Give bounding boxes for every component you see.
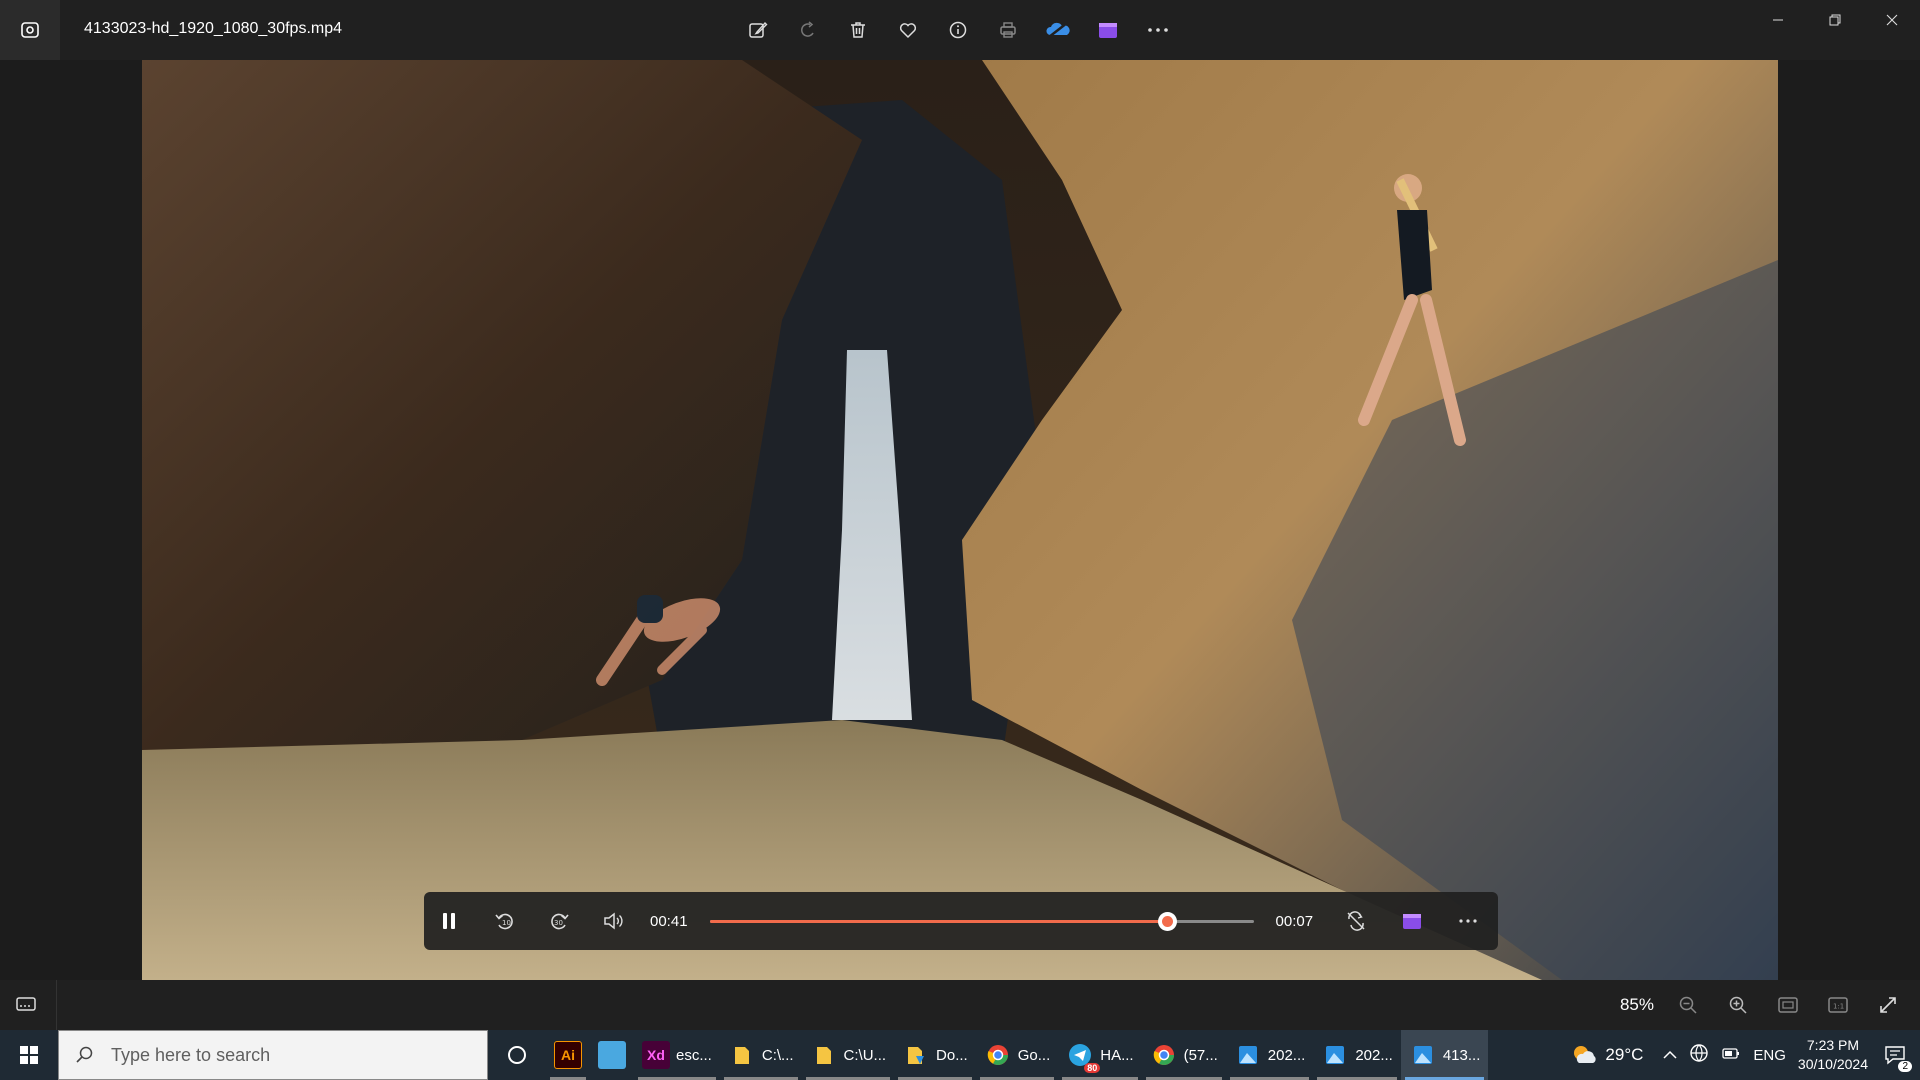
svg-text:1:1: 1:1	[1833, 1003, 1844, 1011]
file-title: 4133023-hd_1920_1080_30fps.mp4	[84, 20, 343, 37]
taskbar-app-label: Go...	[1017, 1046, 1051, 1064]
remaining-time: 00:07	[1275, 912, 1314, 930]
system-tray: 29°C ENG 7:23 PM 30/10/2024 2	[1571, 1030, 1920, 1080]
zoom-level: 85%	[1619, 995, 1654, 1014]
chevron-up-icon[interactable]	[1663, 1047, 1677, 1064]
forward-30-icon[interactable]: 30	[538, 900, 580, 942]
pause-button[interactable]	[428, 900, 470, 942]
seek-progress	[709, 920, 1167, 923]
volume-icon[interactable]	[592, 900, 634, 942]
player-more-icon[interactable]	[1447, 900, 1489, 942]
taskbar-app-label: 202...	[1355, 1046, 1393, 1064]
taskbar-app-folder-2[interactable]: C:\U...	[802, 1030, 895, 1080]
taskbar-app-folder-3[interactable]: Do...	[894, 1030, 976, 1080]
cortana-icon[interactable]	[488, 1030, 546, 1080]
id-card-icon	[598, 1041, 626, 1069]
clipchamp-icon[interactable]	[1090, 12, 1126, 48]
onedrive-icon[interactable]	[1040, 12, 1076, 48]
taskbar-app-label: esc...	[676, 1046, 712, 1064]
zoom-out-icon[interactable]	[1670, 988, 1706, 1022]
info-icon[interactable]	[940, 12, 976, 48]
weather-temp: 29°C	[1605, 1045, 1644, 1064]
folder-icon	[810, 1041, 838, 1069]
taskbar-app-chrome-1[interactable]: Go...	[976, 1030, 1059, 1080]
taskbar-app-illustrator[interactable]: Ai	[546, 1030, 590, 1080]
taskbar-app-folder-1[interactable]: C:\...	[720, 1030, 802, 1080]
minimize-button[interactable]	[1749, 0, 1806, 40]
title-bar: 4133023-hd_1920_1080_30fps.mp4	[0, 0, 1920, 60]
taskbar-app-telegram[interactable]: 80 HA...	[1058, 1030, 1141, 1080]
seek-bar[interactable]	[709, 911, 1254, 931]
xd-icon: Xd	[642, 1041, 670, 1069]
taskbar-app-explorer-card[interactable]	[590, 1030, 634, 1080]
edit-image-icon[interactable]	[740, 12, 776, 48]
top-toolbar	[740, 12, 1176, 48]
folder-icon	[902, 1041, 930, 1069]
filmstrip-icon[interactable]	[8, 988, 44, 1022]
window-controls	[1749, 0, 1920, 40]
notification-count: 2	[1898, 1061, 1912, 1072]
taskbar-app-photos-3[interactable]: 413...	[1400, 1030, 1489, 1080]
more-icon[interactable]	[1140, 12, 1176, 48]
taskbar-app-label: HA...	[1100, 1046, 1134, 1064]
taskbar-app-label: (57...	[1183, 1046, 1218, 1064]
taskbar-app-label: C:\U...	[843, 1046, 887, 1064]
status-divider	[56, 980, 57, 1030]
photos-app-icon	[0, 0, 60, 60]
taskbar-app-label: Do...	[936, 1046, 968, 1064]
fit-to-window-icon[interactable]	[1770, 988, 1806, 1022]
photos-icon	[1321, 1041, 1349, 1069]
taskbar-app-chrome-2[interactable]: (57...	[1142, 1030, 1226, 1080]
telegram-badge: 80	[1084, 1063, 1101, 1073]
search-placeholder: Type here to search	[111, 1044, 271, 1065]
taskbar-search[interactable]: Type here to search	[58, 1030, 488, 1080]
notification-center-icon[interactable]: 2	[1880, 1040, 1912, 1072]
taskbar-app-xd[interactable]: Xd esc...	[634, 1030, 720, 1080]
close-button[interactable]	[1863, 0, 1920, 40]
svg-text:10: 10	[502, 919, 511, 927]
svg-text:30: 30	[554, 919, 563, 927]
repeat-off-icon[interactable]	[1335, 900, 1377, 942]
folder-icon	[728, 1041, 756, 1069]
weather-widget[interactable]: 29°C	[1571, 1043, 1643, 1067]
zoom-in-icon[interactable]	[1720, 988, 1756, 1022]
taskbar-app-label: C:\...	[761, 1046, 794, 1064]
battery-icon[interactable]	[1721, 1045, 1741, 1065]
taskbar-app-label: 202...	[1267, 1046, 1306, 1064]
taskbar: Type here to search Ai Xd esc... C:\... …	[0, 1030, 1920, 1080]
telegram-icon: 80	[1066, 1041, 1101, 1073]
restore-button[interactable]	[1806, 0, 1863, 40]
media-controls: 10 30 00:41 00:07	[424, 892, 1498, 950]
status-bar: 85% 1:1	[0, 980, 1920, 1030]
rotate-icon[interactable]	[790, 12, 826, 48]
taskbar-app-label: 413...	[1442, 1046, 1481, 1064]
language-indicator[interactable]: ENG	[1753, 1047, 1786, 1064]
clock-date: 30/10/2024	[1797, 1056, 1868, 1072]
weather-icon	[1574, 1046, 1597, 1063]
fullscreen-icon[interactable]	[1870, 988, 1906, 1022]
search-icon	[76, 1046, 93, 1063]
actual-size-icon[interactable]: 1:1	[1820, 988, 1856, 1022]
video-frame[interactable]	[142, 60, 1778, 980]
elapsed-time: 00:41	[650, 912, 688, 930]
favorite-icon[interactable]	[890, 12, 926, 48]
clipchamp-edit-icon[interactable]	[1391, 900, 1433, 942]
delete-icon[interactable]	[840, 12, 876, 48]
network-icon[interactable]	[1689, 1043, 1709, 1067]
taskbar-app-photos-1[interactable]: 202...	[1226, 1030, 1314, 1080]
chrome-icon	[984, 1041, 1012, 1069]
viewer-area: 10 30 00:41 00:07	[0, 60, 1920, 980]
print-icon[interactable]	[990, 12, 1026, 48]
photos-icon	[1409, 1041, 1437, 1069]
clock[interactable]: 7:23 PM 30/10/2024	[1798, 1036, 1868, 1074]
illustrator-icon: Ai	[554, 1041, 582, 1069]
taskbar-app-photos-2[interactable]: 202...	[1313, 1030, 1401, 1080]
clock-time: 7:23 PM	[1806, 1037, 1860, 1053]
seek-thumb[interactable]	[1157, 912, 1177, 931]
windows-start-icon[interactable]	[0, 1030, 58, 1080]
chrome-icon	[1150, 1041, 1178, 1069]
rewind-10-icon[interactable]: 10	[484, 900, 526, 942]
photos-icon	[1234, 1041, 1262, 1069]
